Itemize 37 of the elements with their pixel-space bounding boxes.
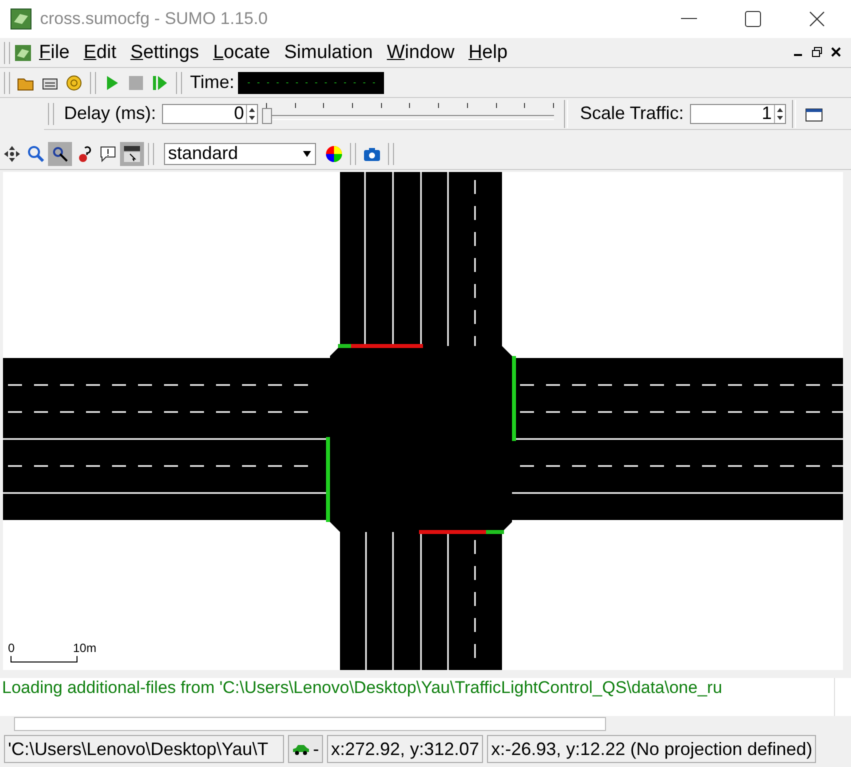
maximize-icon <box>745 11 761 27</box>
close-icon <box>809 11 825 27</box>
menu-item[interactable]: Settings <box>123 42 206 64</box>
menu-item[interactable]: Window <box>380 42 462 64</box>
app-icon <box>10 8 32 30</box>
car-icon <box>292 743 310 755</box>
scale-traffic-field[interactable]: 1 <box>690 104 786 124</box>
caret-icon <box>302 150 312 156</box>
menu-item[interactable]: Simulation <box>277 42 380 64</box>
vehicle-button[interactable]: - <box>288 735 323 763</box>
cursor-coordinates: x:272.92, y:312.07 <box>327 735 484 763</box>
minimize-icon <box>794 54 802 56</box>
scale-bar <box>10 656 78 662</box>
time-display: - - - - - - - - - - - - - - <box>238 72 384 94</box>
time-label: Time: <box>190 72 234 93</box>
window-title: cross.sumocfg - SUMO 1.15.0 <box>40 9 269 29</box>
delay-field[interactable]: 0 <box>162 104 258 124</box>
color-scheme-dropdown[interactable]: standard <box>164 142 316 164</box>
log-message: Loading additional-files from 'C:\Users\Lenovo\Desktop\Yau\TrafficLightControl_QS\data\one_ru <box>2 678 724 698</box>
menu-item[interactable]: Edit <box>76 42 124 64</box>
status-path: 'C:\Users\Lenovo\Desktop\Yau\T <box>4 735 284 763</box>
geo-coordinates: x:-26.93, y:12.22 (No projection defined) <box>487 735 816 763</box>
menu-item[interactable]: Help <box>461 42 515 64</box>
menu-icon[interactable] <box>120 142 144 166</box>
scale-label: 10m <box>73 641 96 655</box>
spin-arrows-icon[interactable] <box>246 104 258 122</box>
app-icon <box>14 44 32 62</box>
scrollbar-thumb[interactable] <box>14 717 606 731</box>
spin-arrows-icon[interactable] <box>774 104 785 122</box>
scale-traffic-label: Scale Traffic: <box>580 103 684 124</box>
scale-label: 0 <box>8 641 15 655</box>
delay-label: Delay (ms): <box>64 103 156 124</box>
menu-item[interactable]: Locate <box>206 42 278 64</box>
minimize-icon <box>681 18 697 20</box>
menu-item[interactable]: File <box>32 42 77 64</box>
road-network-canvas[interactable]: 0 10m <box>3 172 843 670</box>
locate-icon[interactable] <box>48 142 72 166</box>
